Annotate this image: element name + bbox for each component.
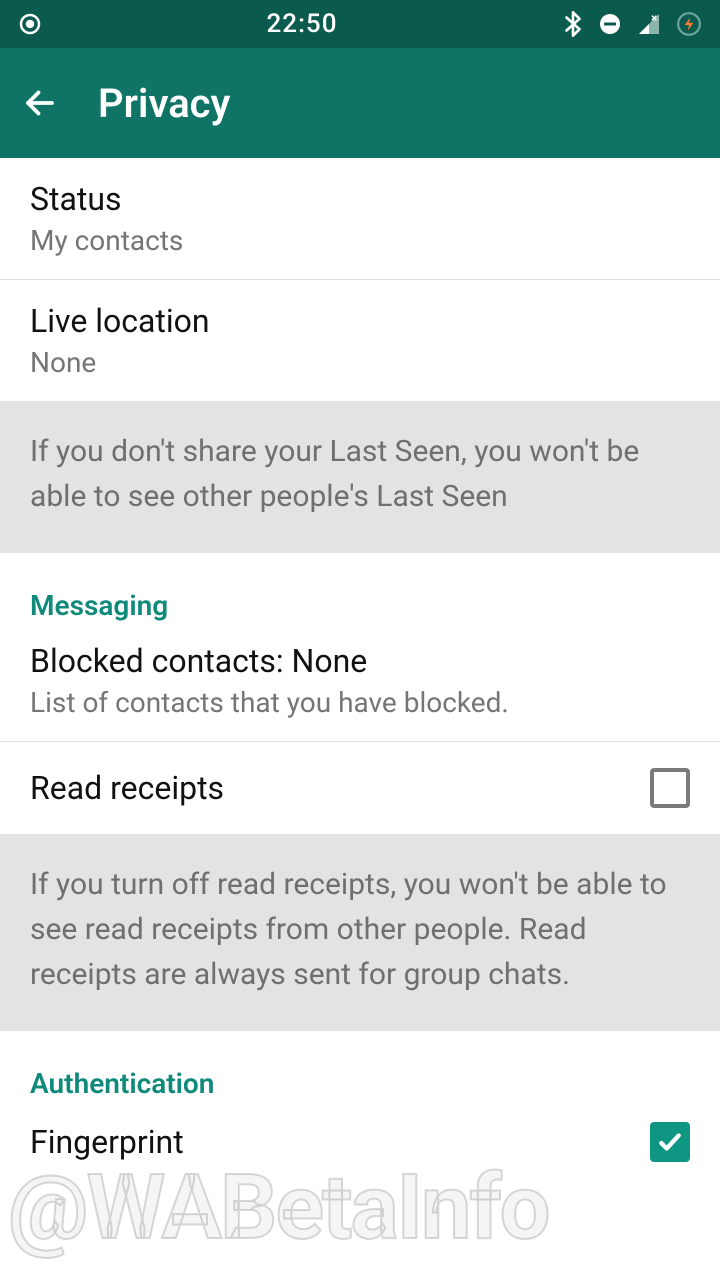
signal-icon: × <box>636 12 662 36</box>
fingerprint-checkbox[interactable] <box>650 1122 690 1162</box>
setting-status-value: My contacts <box>30 224 690 257</box>
battery-charging-icon <box>676 11 702 37</box>
setting-read-receipts-title: Read receipts <box>30 769 224 807</box>
read-receipts-note: If you turn off read receipts, you won't… <box>0 834 720 1031</box>
target-icon <box>18 12 42 36</box>
setting-fingerprint[interactable]: Fingerprint <box>0 1108 720 1188</box>
bluetooth-icon <box>562 11 584 37</box>
section-authentication: Authentication <box>0 1031 720 1108</box>
setting-live-location-title: Live location <box>30 302 690 340</box>
app-bar: Privacy <box>0 48 720 158</box>
setting-blocked-subtitle: List of contacts that you have blocked. <box>30 686 690 719</box>
svg-text:×: × <box>651 12 657 25</box>
back-button[interactable] <box>20 83 60 123</box>
read-receipts-checkbox[interactable] <box>650 768 690 808</box>
page-title: Privacy <box>98 80 230 127</box>
last-seen-note: If you don't share your Last Seen, you w… <box>0 401 720 553</box>
setting-live-location[interactable]: Live location None <box>0 280 720 401</box>
status-bar: 22:50 × <box>0 0 720 48</box>
setting-fingerprint-title: Fingerprint <box>30 1123 184 1161</box>
setting-status[interactable]: Status My contacts <box>0 158 720 279</box>
setting-status-title: Status <box>30 180 690 218</box>
section-messaging: Messaging <box>0 553 720 630</box>
clock-text: 22:50 <box>267 9 338 39</box>
setting-live-location-value: None <box>30 346 690 379</box>
setting-blocked-title: Blocked contacts: None <box>30 642 690 680</box>
dnd-icon <box>598 12 622 36</box>
setting-read-receipts[interactable]: Read receipts <box>0 742 720 834</box>
setting-blocked-contacts[interactable]: Blocked contacts: None List of contacts … <box>0 630 720 741</box>
